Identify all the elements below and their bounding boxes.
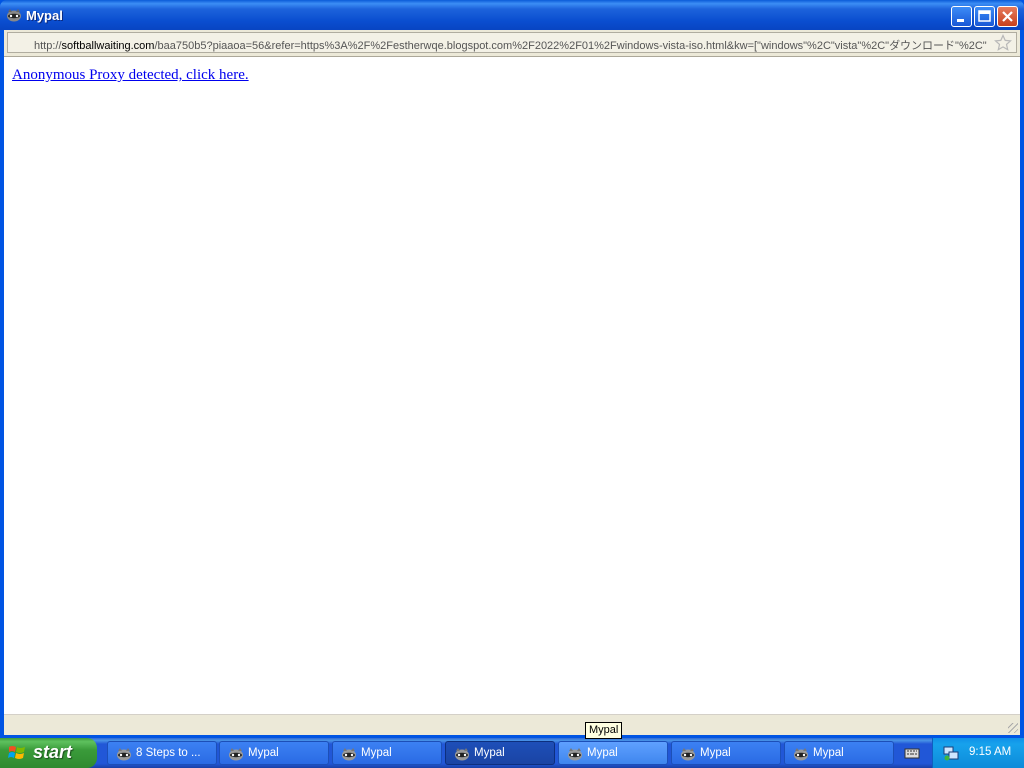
window-title: Mypal: [26, 8, 63, 23]
minimize-icon: [957, 19, 964, 22]
raccoon-icon: [680, 747, 696, 761]
raccoon-icon: [454, 747, 470, 761]
url-host: softballwaiting.com: [61, 40, 155, 52]
taskbar: start 8 Steps to ... Mypal Mypal Mypal Mypal…: [0, 738, 1024, 768]
tooltip: Mypal: [585, 722, 623, 739]
raccoon-icon: [567, 747, 583, 761]
raccoon-icon: [341, 747, 357, 761]
url-prefix: http://: [34, 40, 62, 52]
maximize-button[interactable]: [974, 6, 995, 27]
taskbar-button[interactable]: Mypal: [445, 741, 555, 765]
address-bar[interactable]: http://softballwaiting.com/baa750b5?piaa…: [7, 32, 1017, 53]
taskbar-button-label: Mypal: [700, 747, 731, 759]
page-content: Anonymous Proxy detected, click here.: [4, 57, 1020, 714]
system-tray: 9:15 AM: [932, 738, 1024, 768]
url-text[interactable]: http://softballwaiting.com/baa750b5?piaa…: [34, 37, 989, 53]
taskbar-button-label: Mypal: [474, 747, 505, 759]
raccoon-icon: [793, 747, 809, 761]
raccoon-icon: [116, 747, 132, 761]
close-button[interactable]: [997, 6, 1018, 27]
navigation-toolbar: http://softballwaiting.com/baa750b5?piaa…: [4, 30, 1020, 57]
url-path: /baa750b5?piaaoa=56&refer=https%3A%2F%2F…: [154, 40, 987, 52]
network-icon[interactable]: [943, 745, 959, 761]
proxy-detected-link[interactable]: Anonymous Proxy detected, click here.: [12, 67, 249, 84]
taskbar-button[interactable]: Mypal: [784, 741, 894, 765]
windows-flag-icon: [8, 746, 25, 759]
resize-grip-icon[interactable]: [1008, 723, 1018, 733]
close-icon: [1002, 11, 1013, 22]
taskbar-button-label: Mypal: [248, 747, 279, 759]
clock[interactable]: 9:15 AM: [969, 746, 1011, 758]
taskbar-button-label: Mypal: [587, 747, 618, 759]
taskbar-button-label: Mypal: [813, 747, 844, 759]
taskbar-button[interactable]: Mypal: [332, 741, 442, 765]
taskbar-button[interactable]: 8 Steps to ...: [107, 741, 217, 765]
title-bar[interactable]: Mypal: [0, 0, 1024, 30]
taskbar-button[interactable]: Mypal: [671, 741, 781, 765]
taskbar-button[interactable]: Mypal: [558, 741, 668, 765]
taskbar-button[interactable]: Mypal: [219, 741, 329, 765]
keyboard-icon[interactable]: [904, 746, 920, 760]
raccoon-icon: [228, 747, 244, 761]
start-button[interactable]: start: [0, 738, 97, 768]
raccoon-icon: [7, 9, 21, 22]
taskbar-button-label: Mypal: [361, 747, 392, 759]
minimize-button[interactable]: [951, 6, 972, 27]
status-bar: [4, 714, 1020, 735]
start-label: start: [33, 742, 73, 762]
browser-window: Mypal http://softballwaiting.com/baa750b…: [0, 0, 1024, 738]
maximize-icon: [978, 10, 991, 22]
taskbar-button-label: 8 Steps to ...: [136, 747, 201, 759]
bookmark-star-icon[interactable]: [994, 34, 1012, 52]
